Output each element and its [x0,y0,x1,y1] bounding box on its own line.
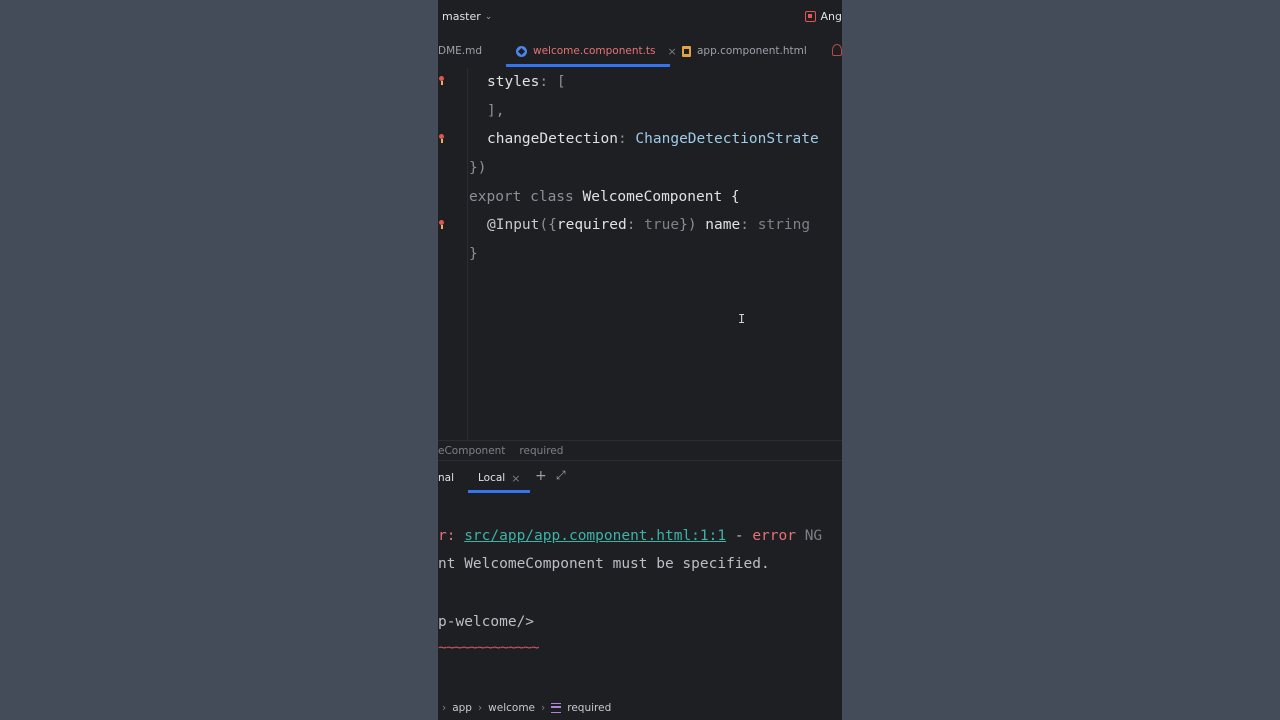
tab-welcome-component-ts[interactable]: welcome.component.ts × [516,34,677,68]
code-line: ], [487,103,505,119]
ide-window: master ⌄ Ang DME.md welcome.component.ts… [438,0,842,720]
project-badge-icon [804,11,816,22]
left-letterbox [0,0,438,720]
project-selector[interactable]: Ang [804,10,842,23]
tab-label: app.component.html [697,45,807,57]
status-path-item[interactable]: required [567,702,611,714]
close-icon[interactable]: × [511,472,520,485]
terminal-line: p-welcome/> [438,614,535,630]
code-line: changeDetection: ChangeDetectionStrate [487,131,819,147]
terminal-line: nt WelcomeComponent must be specified. [438,556,770,572]
breakpoint-marker-icon[interactable] [438,220,446,229]
angular-icon [516,45,527,57]
code-line: }) [469,160,487,176]
breadcrumb-item[interactable]: required [519,445,563,457]
breadcrumb-item[interactable]: eComponent [438,445,505,457]
chevron-down-icon: ⌄ [484,11,493,22]
terminal-output[interactable]: r: src/app/app.component.html:1:1 - erro… [438,494,842,690]
tab-app-component-html[interactable]: app.component.html [682,34,807,68]
tab-readme[interactable]: DME.md [438,34,482,68]
right-letterbox [842,0,1280,720]
code-breadcrumb: eComponent required [438,440,842,461]
file-link[interactable]: src/app/app.component.html:1:1 [464,528,726,544]
branch-selector[interactable]: master ⌄ [442,10,492,23]
title-bar: master ⌄ Ang [438,0,842,34]
chevron-right-icon: › [477,702,483,714]
project-name: Ang [820,10,842,23]
chevron-right-icon: › [442,702,447,714]
active-terminal-tab-indicator [468,490,530,493]
status-path-item[interactable]: app [452,702,472,714]
status-bar-breadcrumb: › app › welcome › required [438,696,842,720]
lock-icon [832,44,842,56]
html-file-icon [682,45,691,57]
tab-label: Local [478,472,506,484]
tab-label: nal [438,472,455,484]
property-icon [551,703,562,713]
status-path-item[interactable]: welcome [488,702,535,714]
breakpoint-marker-icon[interactable] [438,134,446,143]
text-cursor-icon: I [738,312,746,326]
code-line: styles: [ [487,74,566,90]
branch-name: master [442,10,481,23]
terminal-line: r: src/app/app.component.html:1:1 - erro… [438,528,823,544]
code-line: @Input({required: true}) name: string [487,217,811,233]
expand-icon[interactable]: ⤢ [556,468,566,483]
close-icon[interactable]: × [668,45,677,58]
code-editor[interactable]: styles: [ ], changeDetection: ChangeDete… [438,68,842,440]
code-line: export class WelcomeComponent { [469,189,740,205]
code-line: } [469,246,478,262]
breakpoint-marker-icon[interactable] [438,76,446,85]
terminal-tab-label[interactable]: nal [438,461,454,495]
active-tab-indicator [506,64,670,67]
tab-label: welcome.component.ts [533,45,656,57]
tab-label: DME.md [438,45,483,57]
chevron-right-icon: › [541,702,546,714]
plus-icon[interactable]: + [535,468,547,484]
gutter-divider [467,68,468,440]
error-squiggle: ~~~~~~~~~~~~~ [438,640,539,656]
